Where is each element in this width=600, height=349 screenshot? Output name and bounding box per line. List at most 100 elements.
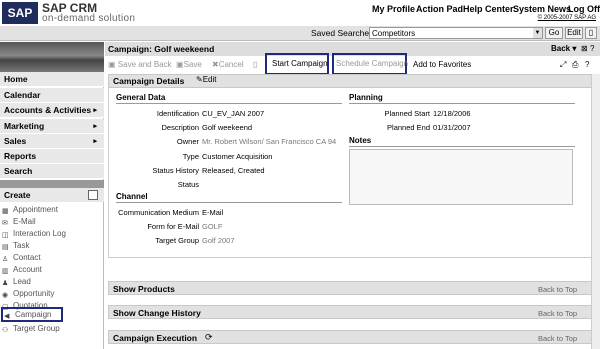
description-label: Description xyxy=(161,123,199,132)
chevron-right-icon: ▸ xyxy=(93,138,97,145)
divider xyxy=(349,146,575,147)
create-target-group[interactable]: ⚇ Target Group xyxy=(2,323,60,335)
expand-icon[interactable]: ⤢ xyxy=(560,60,566,70)
my-profile-link[interactable]: My Profile xyxy=(372,4,415,14)
identification-label: Identification xyxy=(156,109,199,118)
nav-label: Calendar xyxy=(4,90,41,100)
nav-accounts-activities[interactable]: Accounts & Activities ▸ xyxy=(0,103,104,118)
nav-label: Reports xyxy=(4,151,37,161)
chevron-right-icon: ▸ xyxy=(93,107,97,114)
planned-end-value: 01/31/2007 xyxy=(433,123,471,132)
edit-search-button[interactable]: Edit xyxy=(565,27,583,39)
type-label: Type xyxy=(182,152,199,161)
start-campaign-button[interactable]: Start Campaign xyxy=(265,53,329,75)
general-data-heading: General Data xyxy=(116,93,166,102)
help-icon[interactable]: ? xyxy=(590,44,594,53)
nav-label: Sales xyxy=(4,136,27,146)
chat-icon: ◫ xyxy=(2,232,9,239)
delete-icon[interactable]: ▯ xyxy=(253,60,257,69)
log-off-link[interactable]: Log Off xyxy=(568,4,600,14)
calendar-icon: ▦ xyxy=(2,208,9,215)
collapse-icon[interactable] xyxy=(88,190,98,200)
create-email[interactable]: ✉ E-Mail xyxy=(2,216,36,228)
form-email-label: Form for E-Mail xyxy=(147,222,199,231)
status-label: Status xyxy=(177,180,199,189)
show-products-row[interactable] xyxy=(108,281,596,295)
identification-value: CU_EV_JAN 2007 xyxy=(202,109,265,118)
chevron-down-icon[interactable]: ▼ xyxy=(533,28,542,38)
megaphone-icon: ◀ xyxy=(4,313,10,320)
create-opportunity[interactable]: ◉ Opportunity xyxy=(2,288,54,300)
copyright: © 2005-2007 SAP AG xyxy=(537,15,596,21)
trash-icon[interactable]: ▯ xyxy=(585,27,597,39)
nav-label: Home xyxy=(4,74,28,84)
schedule-campaign-button[interactable]: Schedule Campaign xyxy=(332,53,408,75)
owner-value[interactable]: Mr. Robert Wilson/ San Francisco CA 94 xyxy=(202,137,336,146)
create-lead[interactable]: ♟ Lead xyxy=(2,276,31,288)
campaign-execution-title[interactable]: Campaign Execution xyxy=(113,333,197,343)
pencil-icon: ✎ xyxy=(196,75,203,84)
chevron-right-icon: ▸ xyxy=(93,123,97,130)
create-appointment[interactable]: ▦ Appointment xyxy=(2,204,58,216)
back-to-top-link[interactable]: Back to Top xyxy=(538,285,577,294)
target-group-value[interactable]: Golf 2007 xyxy=(202,236,235,245)
nav-label: Accounts & Activities xyxy=(4,105,92,115)
go-button[interactable]: Go xyxy=(545,27,563,39)
divider xyxy=(116,103,342,104)
back-button[interactable]: Back ▾ xyxy=(551,44,576,53)
status-history-label: Status History xyxy=(152,166,199,175)
saved-searches-label: Saved Searches xyxy=(311,28,374,38)
cancel-button[interactable]: ✖Cancel xyxy=(212,60,244,69)
back-to-top-link[interactable]: Back to Top xyxy=(538,334,577,343)
nav-marketing[interactable]: Marketing ▸ xyxy=(0,119,104,134)
action-pad-link[interactable]: Action Pad xyxy=(416,4,463,14)
planned-start-value: 12/18/2006 xyxy=(433,109,471,118)
save-icon: ▣ xyxy=(176,60,184,69)
nav-reports[interactable]: Reports xyxy=(0,149,104,164)
save-button[interactable]: ▣Save xyxy=(176,60,202,69)
print-icon[interactable]: ⎙ xyxy=(572,60,578,70)
saved-searches-select[interactable]: Competitors xyxy=(369,27,543,39)
system-news-link[interactable]: System News xyxy=(513,4,571,14)
nav-search[interactable]: Search xyxy=(0,164,104,179)
show-products-title[interactable]: Show Products xyxy=(113,284,175,294)
save-and-back-button[interactable]: ▣ Save and Back xyxy=(108,60,172,69)
person-icon: ♟ xyxy=(2,280,9,287)
create-contact[interactable]: ♙ Contact xyxy=(2,252,41,264)
scrollbar[interactable] xyxy=(591,74,600,349)
help-icon[interactable]: ? xyxy=(585,60,589,69)
show-change-history-title[interactable]: Show Change History xyxy=(113,308,201,318)
nav-calendar[interactable]: Calendar xyxy=(0,88,104,103)
target-group-label: Target Group xyxy=(155,236,199,245)
divider xyxy=(116,202,342,203)
notes-field[interactable] xyxy=(349,149,573,205)
envelope-icon: ✉ xyxy=(2,220,8,227)
description-value: Golf weekeend xyxy=(202,123,253,132)
back-to-top-link[interactable]: Back to Top xyxy=(538,309,577,318)
app-subtitle: on-demand solution xyxy=(42,13,136,24)
nav-home[interactable]: Home xyxy=(0,72,104,87)
divider xyxy=(349,103,575,104)
group-icon: ⚇ xyxy=(2,327,9,334)
notes-heading: Notes xyxy=(349,136,372,145)
form-email-value[interactable]: GOLF xyxy=(202,222,222,231)
create-task[interactable]: ▤ Task xyxy=(2,240,29,252)
refresh-icon[interactable]: ⟳ xyxy=(205,332,213,343)
coin-icon: ◉ xyxy=(2,292,9,299)
help-center-link[interactable]: Help Center xyxy=(463,4,514,14)
close-icon[interactable]: ⊠ xyxy=(581,44,588,53)
channel-heading: Channel xyxy=(116,192,148,201)
create-account[interactable]: ▥ Account xyxy=(2,264,42,276)
edit-button[interactable]: ✎Edit xyxy=(196,75,217,84)
campaign-details-title: Campaign Details xyxy=(113,76,185,86)
create-campaign[interactable]: ◀ Campaign xyxy=(1,307,63,322)
nav-sales[interactable]: Sales ▸ xyxy=(0,134,104,149)
add-to-favorites-button[interactable]: Add to Favorites xyxy=(413,60,471,69)
create-interaction-log[interactable]: ◫ Interaction Log xyxy=(2,228,66,240)
type-value: Customer Acquisition xyxy=(202,152,273,161)
planning-heading: Planning xyxy=(349,93,383,102)
page-title: Campaign: Golf weekeend xyxy=(108,44,215,54)
nav-label: Search xyxy=(4,166,33,176)
nav-label: Marketing xyxy=(4,121,45,131)
clipboard-icon: ▤ xyxy=(2,244,9,251)
